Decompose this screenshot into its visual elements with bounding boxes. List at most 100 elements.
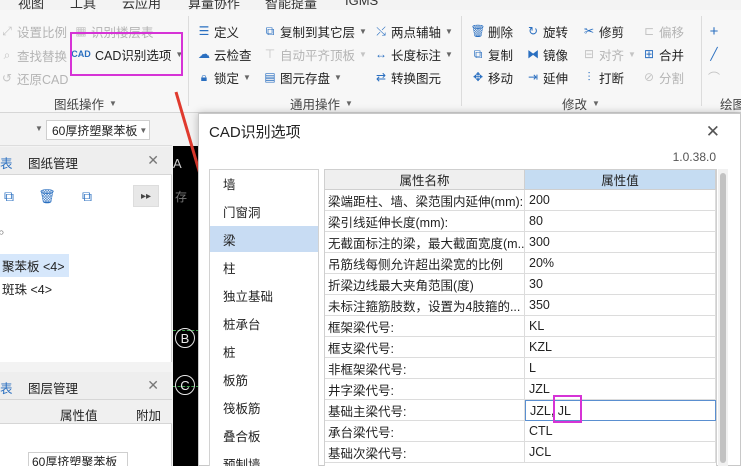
rotate-button[interactable]: ↻ 旋转	[526, 20, 568, 42]
table-row[interactable]: 井字梁代号: JZL	[325, 379, 716, 400]
move-button[interactable]: ✥ 移动	[471, 66, 513, 88]
element-type-item[interactable]: 墙	[210, 170, 318, 196]
table-row[interactable]: 梁引线延伸长度(mm): 80	[325, 211, 716, 232]
property-value[interactable]: JCL	[525, 442, 716, 463]
table-row[interactable]: 未标注箍筋肢数，设置为4肢箍的... 350	[325, 295, 716, 316]
element-type-item[interactable]: 门窗洞	[210, 198, 318, 224]
property-name: 基础主梁代号:	[325, 400, 525, 421]
find-replace-button[interactable]: ⌕ 查找替换	[0, 44, 67, 66]
draw-line-button[interactable]: +	[707, 20, 721, 42]
restore-cad-button[interactable]: ↺ 还原CAD	[0, 67, 68, 89]
table-row[interactable]: 框支梁代号: KZL	[325, 337, 716, 358]
save-icon: ▤	[264, 70, 276, 84]
property-value[interactable]: 350	[525, 295, 716, 316]
table-row[interactable]: 基础次梁代号: JCL	[325, 442, 716, 463]
search-icon[interactable]: ⌕	[0, 225, 5, 240]
draw-arc-button[interactable]: ⌒	[707, 66, 721, 88]
trim-button[interactable]: ✂ 修剪	[582, 20, 624, 42]
vertical-scrollbar[interactable]	[718, 169, 728, 466]
close-icon[interactable]: ✕	[706, 122, 720, 142]
convert-element-button[interactable]: ⇄ 转换图元	[374, 66, 441, 88]
mirror-button[interactable]: ⧓ 镜像	[526, 43, 568, 65]
tab-drawing-management[interactable]: 图纸管理	[28, 153, 78, 172]
layer-select[interactable]: 60厚挤塑聚苯板 ▼	[46, 120, 150, 140]
lock-button[interactable]: 🔒︎ 锁定 ▼	[197, 66, 251, 88]
list-item[interactable]: 斑珠 <4>	[0, 277, 56, 300]
tab-table[interactable]: 表	[0, 153, 13, 172]
draw-polyline-button[interactable]: ╱	[707, 43, 721, 65]
ribbon-divider	[461, 16, 462, 106]
scrollbar-thumb[interactable]	[720, 173, 726, 463]
table-row[interactable]: 折梁边线最大夹角范围(度) 30	[325, 274, 716, 295]
element-type-item[interactable]: 筏板筋	[210, 394, 318, 420]
trash-icon[interactable]: 🗑︎	[34, 185, 60, 207]
property-value[interactable]: CTL	[525, 421, 716, 442]
property-value[interactable]: JZL	[525, 379, 716, 400]
length-dim-button[interactable]: ↔ 长度标注 ▼	[374, 43, 453, 65]
element-type-item[interactable]: 柱	[210, 254, 318, 280]
auto-align-top-button[interactable]: ⊤ 自动平齐顶板 ▼	[263, 43, 367, 65]
table-row-editing[interactable]: 基础主梁代号: JZL, JL	[325, 400, 716, 421]
arc-icon: ⌒	[707, 70, 720, 85]
table-row[interactable]: 框架梁代号: KL	[325, 316, 716, 337]
menu-smart[interactable]: 智能提量	[265, 0, 317, 10]
cloud-check-button[interactable]: ☁ 云检查	[197, 43, 252, 65]
element-type-item[interactable]: 桩承台	[210, 310, 318, 336]
element-type-item[interactable]: 叠合板	[210, 422, 318, 448]
extend-button[interactable]: ⇥ 延伸	[526, 66, 568, 88]
menu-view[interactable]: 视图	[18, 0, 44, 10]
duplicate-icon[interactable]: ⧉	[74, 185, 100, 207]
menu-igms[interactable]: IGMS	[345, 0, 378, 8]
tab-table[interactable]: 表	[0, 378, 13, 397]
property-value[interactable]: 30	[525, 274, 716, 295]
delete-button[interactable]: 🗑︎ 删除	[470, 20, 513, 42]
property-value[interactable]: KZL	[525, 337, 716, 358]
more-icon[interactable]: ▸▸	[133, 185, 159, 207]
property-value[interactable]: 80	[525, 211, 716, 232]
element-type-item[interactable]: 预制墙	[210, 450, 318, 466]
property-value[interactable]: L	[525, 358, 716, 379]
ribbon-divider	[701, 16, 702, 106]
table-row[interactable]: 无截面标注的梁，最大截面宽度(m... 300	[325, 232, 716, 253]
property-value[interactable]: KL	[525, 316, 716, 337]
copy-to-floor-button[interactable]: ⧉ 复制到其它层 ▼	[263, 20, 367, 42]
cad-options-dialog: CAD识别选项 ✕ 1.0.38.0 墙 门窗洞 梁 柱 独立基础 桩承台 桩 …	[198, 113, 741, 466]
table-row[interactable]: 吊筋线每侧允许超出梁宽的比例 20%	[325, 253, 716, 274]
element-type-item[interactable]: 独立基础	[210, 282, 318, 308]
cad-drawing-canvas[interactable]: A 存 B C	[173, 146, 199, 466]
close-icon[interactable]: ✕	[147, 377, 159, 394]
list-item[interactable]: 聚苯板 <4>	[0, 254, 69, 277]
copy-icon[interactable]: ⧉	[0, 185, 22, 207]
table-row[interactable]: 承台梁代号: CTL	[325, 421, 716, 442]
offset-button[interactable]: ⊏ 偏移	[642, 20, 684, 42]
property-value-input[interactable]: JZL, JL	[525, 400, 716, 421]
split-button[interactable]: ⊘ 分割	[642, 66, 684, 88]
table-row[interactable]: 梁端距柱、墙、梁范围内延伸(mm): 200	[325, 190, 716, 211]
merge-button[interactable]: ⊞ 合并	[642, 43, 684, 65]
property-value[interactable]: 20%	[525, 253, 716, 274]
align-button[interactable]: ⊟ 对齐 ▼	[582, 43, 636, 65]
tab-layer-management[interactable]: 图层管理	[28, 378, 78, 397]
two-point-axis-button[interactable]: ⤯ 两点辅轴 ▼	[374, 20, 453, 42]
menu-tools[interactable]: 工具	[70, 0, 96, 10]
element-type-item[interactable]: 板筋	[210, 366, 318, 392]
property-value[interactable]: 300	[525, 232, 716, 253]
element-save-button[interactable]: ▤ 图元存盘 ▼	[263, 66, 342, 88]
copy-button[interactable]: ⧉ 复制	[471, 43, 513, 65]
property-name: 梁引线延伸长度(mm):	[325, 211, 525, 232]
property-value[interactable]: 200	[525, 190, 716, 211]
close-icon[interactable]: ✕	[147, 152, 159, 169]
copy-icon: ⧉	[473, 46, 483, 61]
define-button[interactable]: ☰ 定义	[197, 20, 239, 42]
element-type-item[interactable]: 桩	[210, 338, 318, 364]
plus-icon: +	[709, 22, 719, 40]
menu-collab[interactable]: 算量协作	[188, 0, 240, 10]
menu-cloud[interactable]: 云应用	[122, 0, 161, 10]
chevron-down-icon: ▼	[359, 49, 367, 59]
set-scale-button[interactable]: ⤢ 设置比例	[0, 20, 67, 42]
element-type-item-selected[interactable]: 梁	[210, 226, 318, 252]
table-row[interactable]: 非框架梁代号: L	[325, 358, 716, 379]
break-button[interactable]: ⫶ 打断	[582, 66, 624, 88]
dialog-titlebar[interactable]: CAD识别选项	[199, 114, 740, 148]
property-value-cell[interactable]: 60厚挤塑聚苯板	[28, 452, 128, 466]
